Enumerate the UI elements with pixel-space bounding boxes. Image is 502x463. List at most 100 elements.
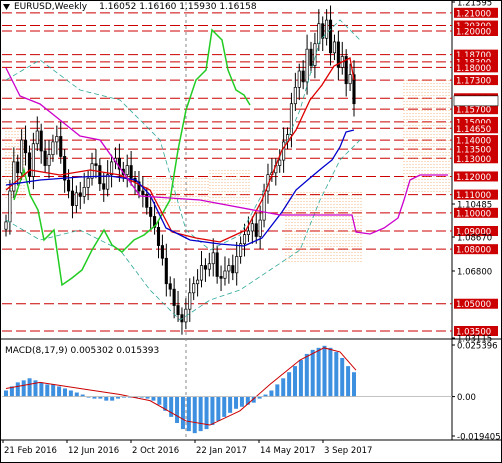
candle-body (4, 221, 8, 230)
current-price-box (453, 95, 499, 107)
macd-bar (239, 396, 244, 407)
candle-body (219, 276, 223, 279)
date-axis-label: 14 May 2017 (260, 446, 315, 456)
ichimoku-cloud (5, 80, 450, 262)
date-axis-label: 2 Oct 2016 (132, 446, 179, 456)
candle-body (211, 252, 215, 265)
price-level-label: 1.20000 (456, 28, 491, 38)
macd-bar (210, 396, 215, 426)
candle-body (31, 143, 35, 177)
candle-body (164, 257, 168, 285)
price-level-label: 1.13000 (456, 155, 491, 165)
price-level-label: 1.14650 (456, 125, 491, 135)
chart-title-row: EURUSD,Weekly 1.16052 1.16160 1.15930 1.… (3, 2, 257, 12)
date-axis-label: 22 Jan 2017 (196, 446, 247, 456)
macd-header: MACD(8,17,9) 0.005302 0.015393 (5, 346, 160, 356)
candle-body (94, 163, 98, 166)
macd-bar (21, 380, 26, 397)
macd-bar (287, 372, 292, 397)
macd-bar (104, 396, 109, 401)
candle-body (141, 190, 145, 195)
candle-body (39, 130, 43, 152)
macd-bar (222, 396, 227, 417)
price-level-label: 1.12000 (456, 173, 491, 183)
candle-body (309, 48, 313, 66)
candle-body (246, 230, 250, 235)
candle-body (313, 43, 317, 66)
candle-body (98, 165, 102, 185)
candle-body (43, 150, 47, 166)
macd-axis-label: 0.00 (457, 393, 476, 403)
candle-body (47, 154, 51, 166)
macd-bar (57, 386, 62, 397)
macd-bar (328, 347, 333, 397)
candle-body (325, 19, 329, 39)
macd-bar (175, 396, 180, 423)
candle-body (160, 245, 164, 259)
level-lines (2, 12, 452, 332)
macd-bar (234, 396, 239, 409)
chart-canvas[interactable]: 1.215951.210001.203001.200001.187001.183… (0, 0, 502, 463)
candle-body (125, 165, 129, 175)
macd-bar (340, 357, 345, 397)
price-level-label: 1.10000 (456, 209, 491, 219)
chart-window[interactable]: 1.215951.210001.203001.200001.187001.183… (0, 0, 502, 463)
macd-bar (298, 360, 303, 397)
candle-body (293, 87, 297, 105)
candle-body (289, 103, 293, 135)
candle-body (215, 252, 219, 277)
candle-body (106, 174, 110, 190)
candle-body (24, 139, 28, 154)
candle-body (203, 265, 207, 270)
macd-bar (157, 396, 162, 405)
candle-body (172, 288, 176, 306)
kijun-sen-line (5, 129, 355, 247)
macd-bar (310, 349, 315, 397)
chart-menu-icon[interactable] (3, 3, 10, 11)
macd-bar (275, 384, 280, 397)
candle-body (78, 192, 82, 197)
price-level-label: 1.21000 (456, 9, 491, 19)
price-axis-label: 1.08670 (457, 234, 492, 244)
macd-bar (316, 347, 321, 397)
candle-body (332, 41, 336, 54)
candle-body (51, 141, 55, 155)
candle-body (149, 207, 153, 217)
date-axis-label: 21 Feb 2016 (4, 446, 57, 456)
candle-body (156, 227, 161, 246)
candle-body (82, 187, 86, 197)
macd-bar (334, 351, 339, 397)
lower-band-line (5, 139, 361, 321)
candle-body (242, 234, 247, 245)
candle-body (110, 161, 114, 175)
candle-body (207, 263, 211, 270)
macd-bar (346, 366, 351, 397)
candle-body (168, 283, 172, 290)
macd-bar (74, 392, 79, 397)
price-level-label: 1.15700 (456, 106, 491, 116)
macd-bar (186, 396, 191, 432)
candle-body (20, 139, 24, 174)
candle-body (235, 256, 239, 274)
candle-body (35, 130, 39, 145)
candle-body (227, 265, 231, 272)
macd-bar (151, 396, 156, 401)
macd-bar (51, 384, 56, 397)
candle-body (27, 152, 32, 177)
chart-ohlc-values: 1.16052 1.16160 1.15930 1.16158 (99, 2, 257, 12)
candle-body (188, 292, 192, 310)
price-level-label: 1.18000 (456, 64, 491, 74)
price-level-label: 1.17300 (456, 77, 491, 87)
price-level-label: 1.08000 (456, 246, 491, 256)
candle-body (278, 159, 282, 166)
macd-bar (68, 390, 73, 397)
candle-body (176, 305, 180, 315)
candle-body (297, 70, 301, 88)
chart-symbol-label: EURUSD,Weekly (14, 2, 88, 12)
macd-bar (228, 396, 233, 413)
macd-axis-label: -0.019405 (457, 433, 501, 443)
candle-body (348, 74, 352, 85)
candle-body (70, 190, 75, 206)
date-axis-label: 3 Sep 2017 (324, 446, 372, 456)
price-axis-label: 1.21595 (457, 0, 492, 9)
